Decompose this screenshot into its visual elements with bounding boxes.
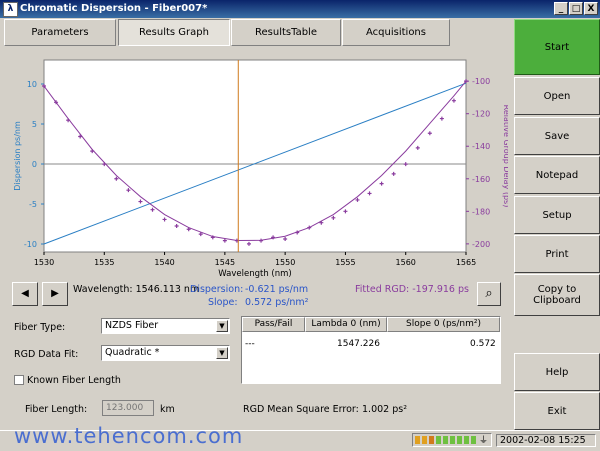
x-tick-label: 1530	[34, 258, 54, 267]
left-axis-label: Dispersion ps/nm	[13, 121, 22, 191]
battery-cell	[415, 436, 420, 444]
wavelength-readout: Wavelength: 1546.113 nm	[73, 284, 200, 295]
app-icon: λ	[3, 2, 18, 17]
x-tick-label: 1565	[456, 258, 476, 267]
dispersion-label: Dispersion:	[190, 284, 244, 295]
tab-parameters[interactable]: Parameters	[4, 19, 116, 46]
exit-button[interactable]: Exit	[514, 392, 600, 430]
plot-area	[43, 59, 467, 253]
copy-to-clipboard-button[interactable]: Copy to Clipboard	[514, 274, 600, 316]
maximize-button[interactable]: □	[569, 2, 583, 15]
notepad-button[interactable]: Notepad	[514, 156, 600, 194]
battery-cell	[450, 436, 455, 444]
open-button[interactable]: Open	[514, 77, 600, 115]
window-title: Chromatic Dispersion - Fiber007*	[20, 3, 208, 14]
rgd-fit-value: Quadratic *	[105, 347, 160, 358]
table-header[interactable]: Slope 0 (ps/nm²)	[387, 317, 500, 332]
x-tick-label: 1550	[275, 258, 295, 267]
chevron-down-icon: ▼	[216, 347, 228, 359]
print-button[interactable]: Print	[514, 235, 600, 273]
fiber-type-select[interactable]: NZDS Fiber ▼	[101, 318, 230, 334]
x-tick-label: 1540	[154, 258, 174, 267]
left-tick-label: 5	[32, 120, 37, 129]
right-axis-label: Relative Group Delay (ps)	[502, 105, 508, 208]
right-tick-label: -100	[472, 77, 490, 86]
known-length-checkbox[interactable]	[14, 375, 24, 385]
x-tick-label: 1545	[215, 258, 235, 267]
x-tick-label: 1535	[94, 258, 114, 267]
battery-indicator: ⏚	[412, 433, 492, 447]
fiber-length-unit: km	[160, 404, 175, 415]
x-tick-label: 1560	[396, 258, 416, 267]
right-tick-label: -140	[472, 142, 490, 151]
battery-cell	[436, 436, 441, 444]
battery-cell	[422, 436, 427, 444]
x-tick-label: 1555	[335, 258, 355, 267]
next-point-button[interactable]: ▶	[42, 282, 68, 306]
table-cell: 0.572	[470, 339, 496, 349]
help-button[interactable]: Help	[514, 353, 600, 391]
zoom-button[interactable]: ⌕	[477, 282, 501, 306]
magnifier-icon: ⌕	[485, 286, 493, 301]
fiber-type-value: NZDS Fiber	[105, 320, 159, 331]
battery-cell	[429, 436, 434, 444]
rgd-fit-select[interactable]: Quadratic * ▼	[101, 345, 230, 361]
save-button[interactable]: Save	[514, 117, 600, 155]
tab-acquisitions[interactable]: Acquisitions	[342, 19, 450, 46]
close-button[interactable]: X	[584, 2, 598, 15]
start-button[interactable]: Start	[514, 19, 600, 75]
results-table: Pass/Fail Lambda 0 (nm) Slope 0 (ps/nm²)…	[241, 316, 501, 384]
dispersion-value: -0.621 ps/nm	[245, 284, 309, 295]
watermark-text: www.tehencom.com	[14, 424, 244, 448]
fiber-type-label: Fiber Type:	[14, 322, 66, 333]
chevron-down-icon: ▼	[216, 320, 228, 332]
power-plug-icon: ⏚	[479, 436, 489, 446]
left-tick-label: 10	[27, 80, 37, 89]
left-tick-label: -5	[29, 200, 37, 209]
right-tick-label: -180	[472, 207, 490, 216]
fiber-length-label: Fiber Length:	[25, 404, 88, 415]
prev-point-button[interactable]: ◀	[12, 282, 38, 306]
x-axis-label: Wavelength (nm)	[218, 269, 291, 278]
fitted-rgd-readout: Fitted RGD: -197.916 ps	[355, 284, 469, 295]
rgd-fit-label: RGD Data Fit:	[14, 349, 79, 360]
rgd-mse-value: 1.002 ps²	[362, 404, 408, 415]
setup-button[interactable]: Setup	[514, 196, 600, 234]
tab-results-graph[interactable]: Results Graph	[118, 19, 230, 46]
slope-value: 0.572 ps/nm²	[245, 297, 309, 308]
right-tick-label: -200	[472, 240, 490, 249]
table-cell: ---	[245, 339, 255, 349]
table-cell: 1547.226	[337, 339, 380, 349]
tab-results-table[interactable]: ResultsTable	[231, 19, 341, 46]
battery-cell	[457, 436, 462, 444]
left-tick-label: 0	[32, 160, 37, 169]
slope-label: Slope:	[208, 297, 238, 308]
right-tick-label: -120	[472, 110, 490, 119]
table-header[interactable]: Lambda 0 (nm)	[305, 317, 387, 332]
status-datetime: 2002-02-08 15:25	[496, 434, 596, 447]
minimize-button[interactable]: _	[554, 2, 568, 15]
fiber-length-input[interactable]	[102, 400, 154, 416]
right-tick-label: -160	[472, 175, 490, 184]
battery-cell	[443, 436, 448, 444]
battery-cell	[464, 436, 469, 444]
battery-cell	[471, 436, 476, 444]
rgd-mse-label: RGD Mean Square Error:	[243, 404, 359, 415]
table-header[interactable]: Pass/Fail	[242, 317, 305, 332]
known-length-label: Known Fiber Length	[27, 375, 121, 386]
dispersion-chart: 1530 1535 1540 1545 1550 1555 1560 1565 -10 -5 0 5 1…	[13, 59, 508, 278]
left-tick-label: -10	[24, 240, 37, 249]
